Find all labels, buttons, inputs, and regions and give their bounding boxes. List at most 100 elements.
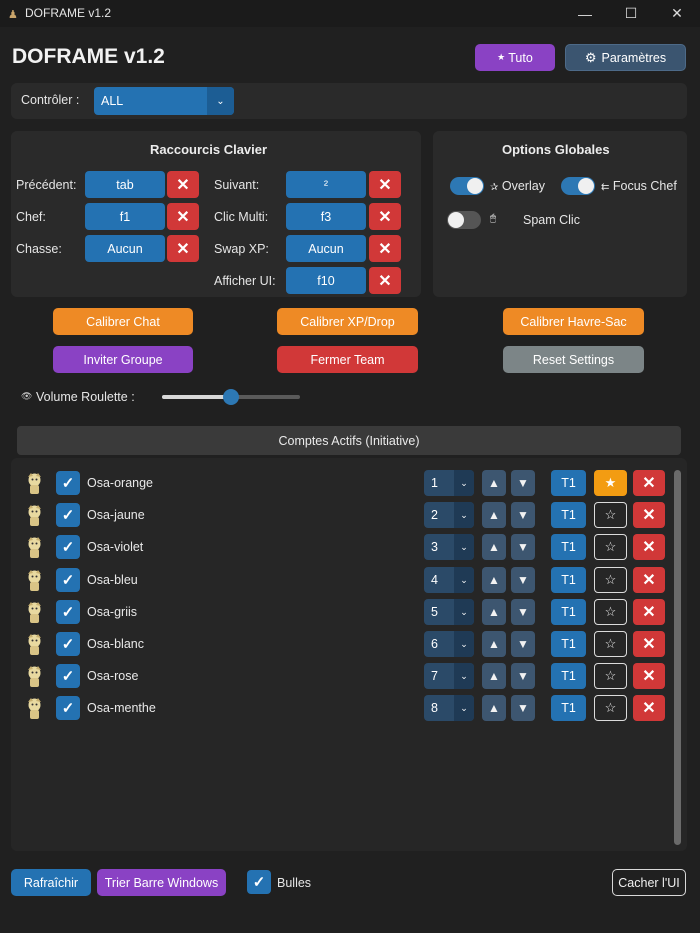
maximize-icon: ☐ [624,5,638,21]
remove-account-button[interactable]: ✕ [633,534,665,560]
move-up-button[interactable]: ▲ [482,534,506,560]
account-enabled-checkbox[interactable]: ✓ [56,696,80,720]
shortcut-key-show-ui[interactable]: f10 [286,267,366,294]
clear-shortcut-chasse-button[interactable]: ✕ [167,235,199,262]
move-up-button[interactable]: ▲ [482,599,506,625]
close-window-button[interactable]: ✕ [654,0,700,27]
invite-group-button[interactable]: Inviter Groupe [53,346,193,373]
volume-slider-handle[interactable] [223,389,239,405]
team-button[interactable]: T1 [551,502,586,528]
set-leader-button[interactable]: ☆ [594,695,627,721]
remove-account-button[interactable]: ✕ [633,599,665,625]
move-up-button[interactable]: ▲ [482,631,506,657]
clear-shortcut-chef-button[interactable]: ✕ [167,203,199,230]
move-down-button[interactable]: ▼ [511,631,535,657]
initiative-select[interactable]: 8 ⌄ [424,695,474,721]
shortcut-key-swap-xp[interactable]: Aucun [286,235,366,262]
minimize-button[interactable]: — [562,0,608,27]
move-down-button[interactable]: ▼ [511,599,535,625]
remove-account-button[interactable]: ✕ [633,470,665,496]
account-enabled-checkbox[interactable]: ✓ [56,503,80,527]
account-enabled-checkbox[interactable]: ✓ [56,632,80,656]
star-icon: ☆ [604,700,617,715]
shortcut-key-multi-click[interactable]: f3 [286,203,366,230]
settings-button[interactable]: ⚙ Paramètres [565,44,686,71]
move-up-button[interactable]: ▲ [482,470,506,496]
overlay-toggle[interactable] [450,177,484,195]
initiative-select[interactable]: 2 ⌄ [424,502,474,528]
initiative-select[interactable]: 5 ⌄ [424,599,474,625]
remove-account-button[interactable]: ✕ [633,631,665,657]
set-leader-button[interactable]: ☆ [594,599,627,625]
team-button[interactable]: T1 [551,631,586,657]
account-row: ✓ Osa-jaune 2 ⌄ ▲ ▼ T1 ☆ ✕ [0,502,700,528]
clear-shortcut-multi-click-button[interactable]: ✕ [369,203,401,230]
move-down-button[interactable]: ▼ [511,502,535,528]
chevron-down-icon: ⌄ [454,695,474,721]
character-avatar-icon [28,505,41,526]
refresh-button[interactable]: Rafraîchir [11,869,91,896]
calibrate-havre-sac-button[interactable]: Calibrer Havre-Sac [503,308,644,335]
team-button[interactable]: T1 [551,695,586,721]
initiative-select[interactable]: 4 ⌄ [424,567,474,593]
clear-shortcut-previous-button[interactable]: ✕ [167,171,199,198]
move-down-button[interactable]: ▼ [511,470,535,496]
move-up-button[interactable]: ▲ [482,695,506,721]
initiative-select[interactable]: 1 ⌄ [424,470,474,496]
set-leader-button[interactable]: ★ [594,470,627,496]
move-down-button[interactable]: ▼ [511,567,535,593]
move-down-button[interactable]: ▼ [511,663,535,689]
controller-select[interactable]: ALL ⌄ [94,87,234,115]
move-up-button[interactable]: ▲ [482,567,506,593]
remove-account-button[interactable]: ✕ [633,663,665,689]
remove-account-button[interactable]: ✕ [633,502,665,528]
shortcut-key-previous[interactable]: tab [85,171,165,198]
clear-shortcut-swap-xp-button[interactable]: ✕ [369,235,401,262]
account-enabled-checkbox[interactable]: ✓ [56,568,80,592]
move-up-button[interactable]: ▲ [482,663,506,689]
account-enabled-checkbox[interactable]: ✓ [56,664,80,688]
volume-slider[interactable] [162,389,300,405]
reset-settings-button[interactable]: Reset Settings [503,346,644,373]
maximize-button[interactable]: ☐ [608,0,654,27]
calibrate-chat-button[interactable]: Calibrer Chat [53,308,193,335]
set-leader-button[interactable]: ☆ [594,631,627,657]
bubbles-checkbox[interactable]: ✓ [247,870,271,894]
clear-shortcut-show-ui-button[interactable]: ✕ [369,267,401,294]
initiative-select[interactable]: 3 ⌄ [424,534,474,560]
shortcut-key-chef[interactable]: f1 [85,203,165,230]
close-team-button[interactable]: Fermer Team [277,346,418,373]
shortcut-key-chasse[interactable]: Aucun [85,235,165,262]
set-leader-button[interactable]: ☆ [594,567,627,593]
initiative-select[interactable]: 7 ⌄ [424,663,474,689]
team-button[interactable]: T1 [551,534,586,560]
spam-click-toggle[interactable] [447,211,481,229]
move-up-button[interactable]: ▲ [482,502,506,528]
tuto-button[interactable]: ★ Tuto [475,44,555,71]
team-button[interactable]: T1 [551,663,586,689]
volume-label: Volume Roulette : [36,390,135,404]
set-leader-button[interactable]: ☆ [594,663,627,689]
team-button[interactable]: T1 [551,470,586,496]
account-enabled-checkbox[interactable]: ✓ [56,471,80,495]
move-down-button[interactable]: ▼ [511,534,535,560]
clear-shortcut-next-button[interactable]: ✕ [369,171,401,198]
team-button[interactable]: T1 [551,567,586,593]
initiative-value: 7 [431,669,438,683]
remove-account-button[interactable]: ✕ [633,695,665,721]
set-leader-button[interactable]: ☆ [594,502,627,528]
remove-account-button[interactable]: ✕ [633,567,665,593]
focus-chef-toggle[interactable] [561,177,595,195]
hide-ui-button[interactable]: Cacher l'UI [612,869,686,896]
calibrate-xp-drop-button[interactable]: Calibrer XP/Drop [277,308,418,335]
initiative-value: 6 [431,637,438,651]
account-enabled-checkbox[interactable]: ✓ [56,600,80,624]
sort-taskbar-button[interactable]: Trier Barre Windows [97,869,226,896]
team-button[interactable]: T1 [551,599,586,625]
shortcut-key-next[interactable]: ² [286,171,366,198]
shortcut-label-previous: Précédent: [16,178,77,192]
account-enabled-checkbox[interactable]: ✓ [56,535,80,559]
initiative-select[interactable]: 6 ⌄ [424,631,474,657]
set-leader-button[interactable]: ☆ [594,534,627,560]
move-down-button[interactable]: ▼ [511,695,535,721]
